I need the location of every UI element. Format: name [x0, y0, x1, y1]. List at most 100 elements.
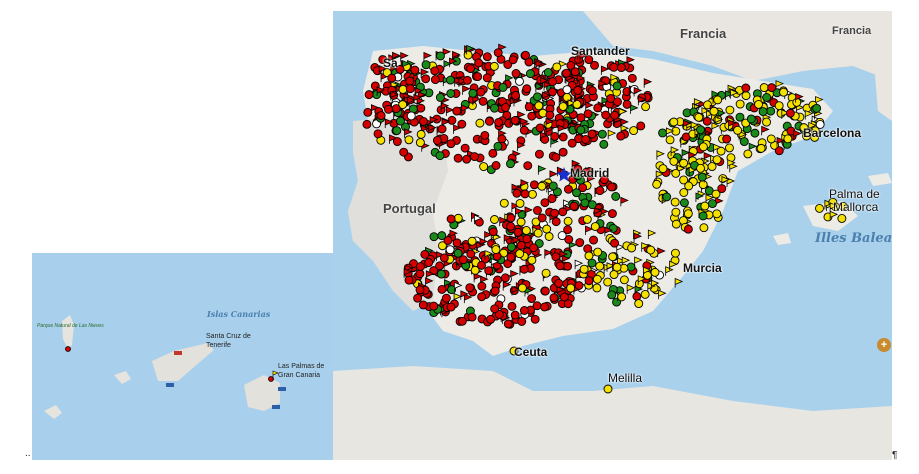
station-marker[interactable]	[576, 125, 586, 135]
station-marker[interactable]	[488, 148, 498, 158]
station-marker[interactable]	[562, 92, 572, 102]
station-marker[interactable]	[572, 99, 582, 109]
station-marker[interactable]	[733, 125, 743, 135]
station-marker[interactable]	[558, 207, 568, 217]
station-marker[interactable]	[421, 60, 431, 70]
station-marker[interactable]	[446, 89, 456, 98]
station-marker[interactable]	[522, 234, 532, 244]
station-marker[interactable]	[462, 154, 472, 164]
station-marker[interactable]	[435, 93, 445, 102]
station-marker[interactable]	[601, 110, 611, 120]
station-marker[interactable]	[590, 60, 599, 70]
station-marker[interactable]	[581, 167, 591, 177]
station-marker[interactable]	[698, 211, 708, 221]
station-marker[interactable]	[391, 104, 401, 114]
station-marker[interactable]	[679, 198, 689, 208]
station-marker[interactable]	[592, 274, 602, 284]
station-marker[interactable]	[404, 275, 414, 285]
station-marker[interactable]	[652, 179, 662, 189]
station-marker[interactable]	[521, 226, 531, 235]
station-marker[interactable]	[416, 129, 426, 139]
station-marker[interactable]	[574, 281, 584, 290]
station-marker[interactable]	[376, 111, 386, 121]
station-marker[interactable]	[611, 192, 621, 201]
station-marker[interactable]	[519, 306, 529, 315]
station-marker[interactable]	[399, 147, 409, 157]
station-marker[interactable]	[634, 299, 644, 309]
station-marker[interactable]	[669, 117, 679, 127]
station-marker[interactable]	[392, 137, 402, 146]
station-marker[interactable]	[436, 269, 446, 279]
station-marker[interactable]	[750, 128, 760, 138]
station-marker[interactable]	[707, 199, 717, 209]
station-marker[interactable]	[549, 293, 559, 303]
station-marker[interactable]	[490, 304, 500, 314]
station-marker[interactable]	[563, 225, 573, 235]
station-marker[interactable]	[671, 219, 681, 229]
station-marker[interactable]	[741, 91, 751, 101]
station-marker[interactable]	[476, 87, 486, 97]
station-marker[interactable]	[562, 85, 572, 95]
station-marker[interactable]	[767, 83, 777, 93]
station-marker[interactable]	[558, 102, 568, 111]
station-marker[interactable]	[739, 137, 749, 147]
station-marker[interactable]	[515, 249, 525, 259]
station-marker[interactable]	[511, 69, 521, 78]
station-marker[interactable]	[515, 76, 524, 86]
station-marker[interactable]	[607, 182, 617, 192]
station-marker[interactable]	[563, 184, 573, 194]
station-marker[interactable]	[527, 294, 537, 304]
station-marker[interactable]	[517, 317, 527, 326]
station-marker[interactable]	[453, 248, 463, 258]
station-marker[interactable]	[670, 197, 680, 207]
station-marker[interactable]	[607, 290, 617, 300]
station-marker[interactable]	[779, 87, 789, 97]
station-marker[interactable]	[470, 265, 480, 275]
station-marker[interactable]	[437, 231, 447, 241]
station-marker[interactable]	[506, 221, 516, 231]
station-marker[interactable]	[509, 346, 519, 356]
station-marker[interactable]	[462, 75, 472, 85]
station-marker[interactable]	[441, 293, 451, 303]
station-marker[interactable]	[452, 106, 462, 116]
station-marker[interactable]	[468, 88, 478, 98]
station-marker[interactable]	[562, 68, 571, 78]
station-marker[interactable]	[815, 120, 825, 129]
station-marker[interactable]	[606, 94, 616, 103]
station-marker[interactable]	[435, 261, 445, 271]
station-marker[interactable]	[477, 281, 487, 291]
station-marker[interactable]	[551, 217, 561, 227]
station-marker[interactable]	[387, 73, 397, 83]
station-marker[interactable]	[785, 108, 795, 118]
station-marker[interactable]	[554, 278, 564, 288]
station-marker[interactable]	[463, 50, 473, 60]
station-marker[interactable]	[519, 264, 529, 274]
station-marker[interactable]	[743, 149, 753, 159]
station-marker[interactable]	[415, 138, 425, 148]
station-marker[interactable]	[566, 283, 576, 293]
station-marker[interactable]	[429, 232, 439, 242]
station-marker[interactable]	[545, 110, 555, 120]
station-marker[interactable]	[579, 264, 589, 274]
station-marker[interactable]	[559, 292, 569, 302]
station-marker[interactable]	[575, 238, 585, 247]
station-marker[interactable]	[759, 83, 769, 93]
station-marker[interactable]	[537, 213, 547, 223]
station-marker[interactable]	[446, 75, 455, 85]
station-marker[interactable]	[583, 109, 593, 119]
station-marker[interactable]	[603, 277, 613, 287]
station-marker[interactable]	[362, 119, 372, 129]
station-marker[interactable]	[477, 292, 487, 302]
station-marker[interactable]	[658, 164, 668, 174]
station-marker[interactable]	[430, 75, 440, 85]
station-marker[interactable]	[702, 116, 712, 126]
station-marker[interactable]	[587, 200, 597, 210]
station-marker[interactable]	[518, 283, 527, 293]
station-marker[interactable]	[479, 162, 489, 172]
station-marker[interactable]	[432, 135, 442, 145]
station-marker[interactable]	[754, 99, 764, 109]
station-marker[interactable]	[404, 135, 414, 145]
station-marker[interactable]	[547, 77, 557, 87]
station-marker[interactable]	[540, 198, 550, 208]
station-marker[interactable]	[629, 126, 639, 136]
